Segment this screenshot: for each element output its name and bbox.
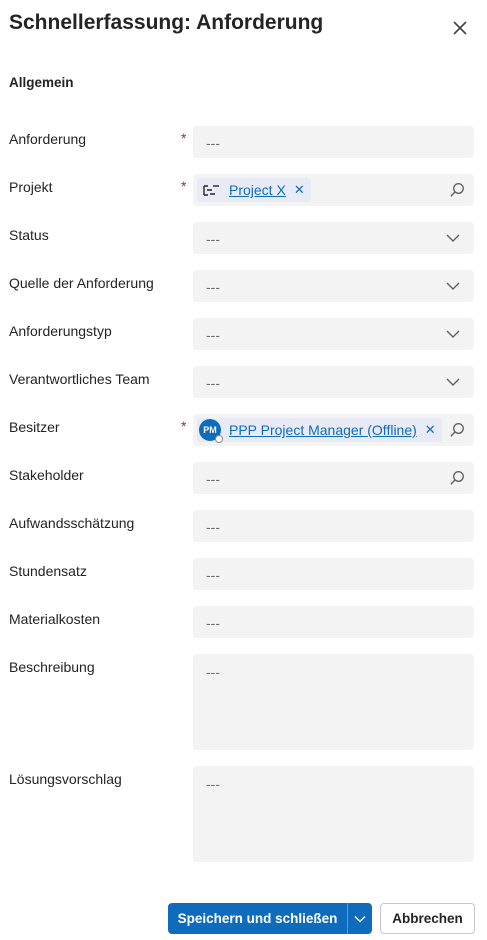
close-icon[interactable] xyxy=(449,17,471,39)
besitzer-tag[interactable]: PM PPP Project Manager (Offline) ✕ xyxy=(197,418,442,443)
project-icon xyxy=(203,185,219,196)
stundensatz-value: --- xyxy=(206,567,220,583)
chevron-down-icon xyxy=(446,330,460,338)
materialkosten-input[interactable]: --- xyxy=(193,606,474,638)
aufwand-input[interactable]: --- xyxy=(193,510,474,542)
avatar-initials: PM xyxy=(203,425,217,435)
label-materialkosten: Materialkosten xyxy=(9,611,101,627)
label-loesungsvorschlag: Lösungsvorschlag xyxy=(9,771,122,787)
section-title: Allgemein xyxy=(9,75,74,90)
chevron-down-icon xyxy=(354,915,366,922)
stakeholder-lookup[interactable]: --- xyxy=(193,462,474,494)
dialog-title: Schnellerfassung: Anforderung xyxy=(9,11,324,34)
projekt-tag[interactable]: Project X ✕ xyxy=(197,178,311,202)
search-icon[interactable] xyxy=(449,422,465,438)
beschreibung-value: --- xyxy=(206,664,220,680)
aufwand-value: --- xyxy=(206,519,220,535)
materialkosten-value: --- xyxy=(206,615,220,631)
required-marker: * xyxy=(181,418,187,434)
status-select[interactable]: --- xyxy=(193,222,474,254)
anforderung-input[interactable]: --- xyxy=(193,126,474,158)
label-stakeholder: Stakeholder xyxy=(9,467,84,483)
label-projekt: Projekt xyxy=(9,179,53,195)
label-anforderungstyp: Anforderungstyp xyxy=(9,323,112,339)
label-team: Verantwortliches Team xyxy=(9,371,150,387)
save-options-button[interactable] xyxy=(347,903,372,934)
anforderungstyp-value: --- xyxy=(206,327,220,343)
save-split-button: Speichern und schließen xyxy=(168,903,372,934)
remove-projekt-icon[interactable]: ✕ xyxy=(294,182,305,198)
label-anforderung: Anforderung xyxy=(9,131,87,147)
projekt-lookup[interactable]: Project X ✕ xyxy=(193,174,474,206)
chevron-down-icon xyxy=(446,234,460,242)
avatar: PM xyxy=(199,419,223,443)
presence-offline-icon xyxy=(215,435,223,443)
required-marker: * xyxy=(181,178,187,194)
beschreibung-textarea[interactable]: --- xyxy=(193,654,474,750)
anforderung-value: --- xyxy=(206,135,220,151)
stakeholder-value: --- xyxy=(206,471,220,487)
status-value: --- xyxy=(206,231,220,247)
team-value: --- xyxy=(206,375,220,391)
loesungsvorschlag-textarea[interactable]: --- xyxy=(193,766,474,862)
label-besitzer: Besitzer xyxy=(9,419,60,435)
required-marker: * xyxy=(181,130,187,146)
save-and-close-button[interactable]: Speichern und schließen xyxy=(168,903,347,934)
chevron-down-icon xyxy=(446,282,460,290)
search-icon[interactable] xyxy=(449,182,465,198)
projekt-tag-label[interactable]: Project X xyxy=(229,182,286,198)
besitzer-tag-label[interactable]: PPP Project Manager (Offline) xyxy=(229,422,417,438)
cancel-button[interactable]: Abbrechen xyxy=(380,903,475,934)
loesungsvorschlag-value: --- xyxy=(206,776,220,792)
label-status: Status xyxy=(9,227,49,243)
quelle-select[interactable]: --- xyxy=(193,270,474,302)
search-icon[interactable] xyxy=(449,470,465,486)
besitzer-lookup[interactable]: PM PPP Project Manager (Offline) ✕ xyxy=(193,414,474,446)
anforderungstyp-select[interactable]: --- xyxy=(193,318,474,350)
label-stundensatz: Stundensatz xyxy=(9,563,87,579)
team-select[interactable]: --- xyxy=(193,366,474,398)
chevron-down-icon xyxy=(446,378,460,386)
stundensatz-input[interactable]: --- xyxy=(193,558,474,590)
remove-besitzer-icon[interactable]: ✕ xyxy=(425,422,436,438)
label-beschreibung: Beschreibung xyxy=(9,659,95,675)
label-quelle: Quelle der Anforderung xyxy=(9,275,154,291)
label-aufwand: Aufwandsschätzung xyxy=(9,515,135,531)
quelle-value: --- xyxy=(206,279,220,295)
